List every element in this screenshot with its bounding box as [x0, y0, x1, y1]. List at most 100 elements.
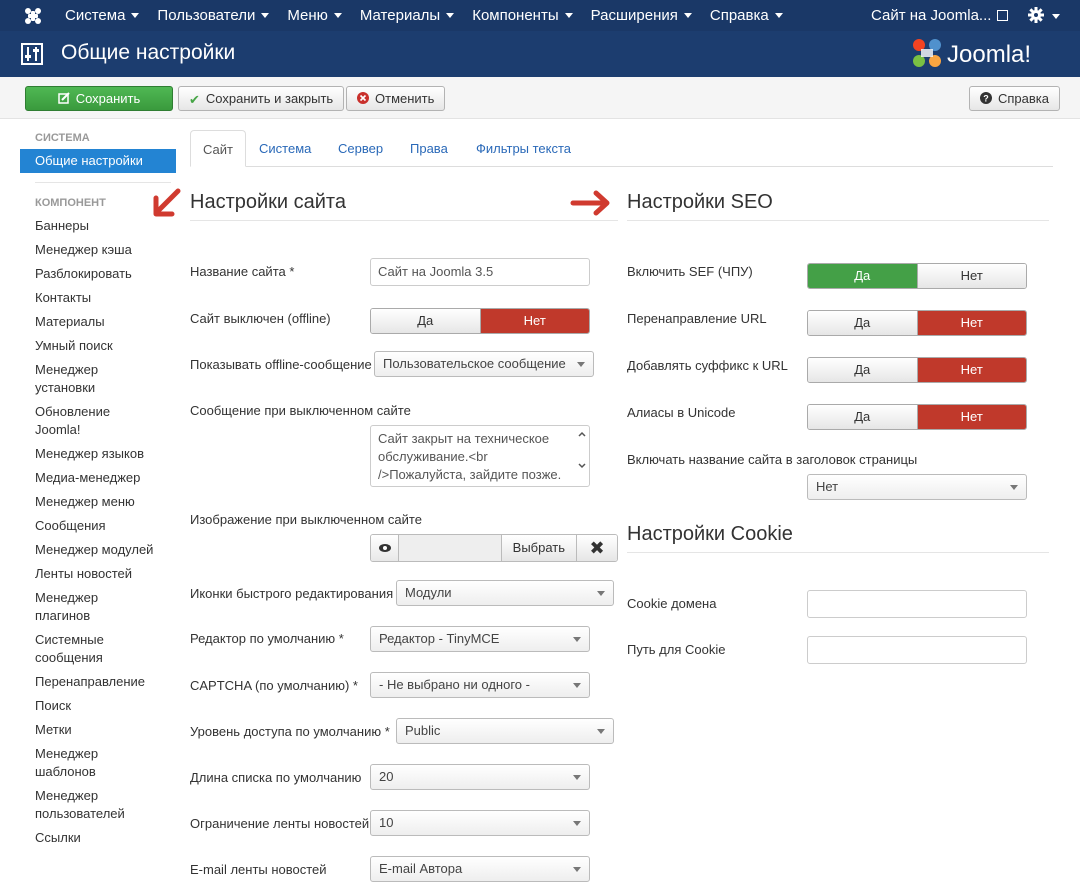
cancel-icon: [357, 92, 369, 104]
sidebar-item[interactable]: Обновление Joomla!: [20, 403, 156, 439]
chevron-down-icon: [573, 637, 581, 642]
sidebar-item[interactable]: Менеджер шаблонов: [20, 745, 156, 781]
tab-bar: Сайт Система Сервер Права Фильтры текста: [190, 130, 1053, 167]
toggle-no[interactable]: Нет: [479, 309, 589, 333]
sidebar-item[interactable]: Системные сообщения: [20, 631, 156, 667]
toggle-yes[interactable]: Да: [808, 264, 917, 288]
tab-permissions[interactable]: Права: [398, 130, 460, 167]
toggle-yes[interactable]: Да: [808, 358, 917, 382]
cookie-path-input[interactable]: [807, 636, 1027, 664]
tab-server[interactable]: Сервер: [326, 130, 395, 167]
sidebar-item[interactable]: Перенаправление: [20, 673, 156, 691]
tab-system[interactable]: Система: [247, 130, 323, 167]
offline-msg-label: Показывать offline-сообщение: [190, 357, 372, 372]
sitename-pages-select[interactable]: Нет: [807, 474, 1027, 500]
editor-select[interactable]: Редактор - TinyMCE: [370, 626, 590, 652]
chevron-down-icon: [577, 362, 585, 367]
menu-label: Справка: [709, 7, 769, 24]
cookie-settings-title: Настройки Cookie: [627, 523, 793, 545]
toggle-no[interactable]: Нет: [916, 405, 1026, 429]
offline-image-label: Изображение при выключенном сайте: [190, 512, 422, 527]
sidebar-item[interactable]: Баннеры: [20, 217, 156, 235]
site-name-input[interactable]: Сайт на Joomla 3.5: [370, 258, 590, 286]
offline-text-area[interactable]: Сайт закрыт на техническое обслуживание.…: [370, 425, 590, 487]
toggle-yes[interactable]: Да: [808, 405, 917, 429]
toggle-no[interactable]: Нет: [916, 311, 1026, 335]
select-value: Public: [405, 723, 441, 738]
sidebar-item[interactable]: Контакты: [20, 289, 156, 307]
menu-components[interactable]: Компоненты: [463, 0, 581, 31]
menu-content[interactable]: Материалы: [351, 0, 463, 31]
sidebar-item[interactable]: Ленты новостей: [20, 565, 156, 583]
sidebar-item[interactable]: Менеджер плагинов: [20, 589, 156, 625]
offline-toggle: Да Нет: [370, 308, 590, 334]
menu-label: Расширения: [590, 7, 678, 24]
sidebar-item[interactable]: Менеджер меню: [20, 493, 156, 511]
frontend-edit-select[interactable]: Модули: [396, 580, 614, 606]
sliders-icon: [21, 43, 43, 65]
sidebar-item[interactable]: Умный поиск: [20, 337, 156, 355]
access-select[interactable]: Public: [396, 718, 614, 744]
toggle-yes[interactable]: Да: [371, 309, 480, 333]
section-divider: [627, 220, 1049, 221]
feed-limit-select[interactable]: 10: [370, 810, 590, 836]
toggle-no[interactable]: Нет: [916, 358, 1026, 382]
sidebar-item[interactable]: Менеджер установки: [20, 361, 156, 397]
gear-icon[interactable]: [1028, 6, 1064, 26]
captcha-select[interactable]: - Не выбрано ни одного -: [370, 672, 590, 698]
sidebar-item[interactable]: Поиск: [20, 697, 156, 715]
select-value: E-mail Автора: [379, 861, 463, 876]
caret-down-icon: [683, 12, 692, 18]
toggle-yes[interactable]: Да: [808, 311, 917, 335]
offline-msg-select[interactable]: Пользовательское сообщение: [374, 351, 594, 377]
rewrite-toggle: Да Нет: [807, 310, 1027, 336]
menu-help[interactable]: Справка: [701, 0, 792, 31]
sidebar-item[interactable]: Сообщения: [20, 517, 156, 535]
sidebar-item[interactable]: Медиа-менеджер: [20, 469, 156, 487]
save-button[interactable]: Сохранить: [25, 86, 173, 111]
sidebar: Система Общие настройки Компонент Баннер…: [20, 132, 176, 853]
clear-icon[interactable]: ✖: [577, 535, 617, 561]
rewrite-label: Перенаправление URL: [627, 311, 767, 326]
caret-down-icon: [333, 12, 342, 18]
seo-settings-title: Настройки SEO: [627, 191, 773, 213]
image-path-field[interactable]: [399, 535, 502, 561]
textarea-value: Сайт закрыт на техническое обслуживание.…: [378, 431, 562, 482]
joomla-icon[interactable]: [22, 5, 44, 27]
menu-label: Система: [65, 7, 126, 24]
sidebar-item[interactable]: Менеджер языков: [20, 445, 156, 463]
menu-system[interactable]: Система: [56, 0, 148, 31]
chevron-down-icon: [573, 867, 581, 872]
menu-menus[interactable]: Меню: [278, 0, 351, 31]
cancel-button[interactable]: Отменить: [346, 86, 446, 111]
question-icon: ?: [980, 92, 992, 104]
tab-text-filters[interactable]: Фильтры текста: [464, 130, 583, 167]
page-title: Общие настройки: [61, 41, 236, 64]
help-button[interactable]: ? Справка: [969, 86, 1060, 111]
captcha-label: CAPTCHA (по умолчанию) *: [190, 678, 358, 693]
unicode-label: Алиасы в Unicode: [627, 405, 736, 420]
toggle-no[interactable]: Нет: [916, 264, 1026, 288]
menu-extensions[interactable]: Расширения: [582, 0, 701, 31]
tab-site[interactable]: Сайт: [190, 130, 246, 167]
list-limit-select[interactable]: 20: [370, 764, 590, 790]
save-close-button[interactable]: ✔ Сохранить и закрыть: [178, 86, 345, 111]
site-link[interactable]: Сайт на Joomla...: [871, 0, 1009, 31]
cookie-domain-input[interactable]: [807, 590, 1027, 618]
feed-email-select[interactable]: E-mail Автора: [370, 856, 590, 882]
menu-users[interactable]: Пользователи: [148, 0, 278, 31]
choose-button[interactable]: Выбрать: [501, 535, 578, 561]
sidebar-item[interactable]: Менеджер пользователей: [20, 787, 156, 823]
sidebar-item[interactable]: Менеджер кэша: [20, 241, 156, 259]
suffix-toggle: Да Нет: [807, 357, 1027, 383]
sidebar-item-global-config[interactable]: Общие настройки: [20, 149, 176, 173]
sidebar-item[interactable]: Ссылки: [20, 829, 156, 847]
sidebar-item[interactable]: Метки: [20, 721, 156, 739]
preview-button[interactable]: [371, 535, 399, 561]
sidebar-item[interactable]: Менеджер модулей: [20, 541, 156, 559]
sidebar-item[interactable]: Разблокировать: [20, 265, 156, 283]
sidebar-item[interactable]: Материалы: [20, 313, 156, 331]
sef-label: Включить SEF (ЧПУ): [627, 264, 753, 279]
scroll-arrows-icon[interactable]: [578, 431, 586, 471]
caret-down-icon: [446, 12, 455, 18]
